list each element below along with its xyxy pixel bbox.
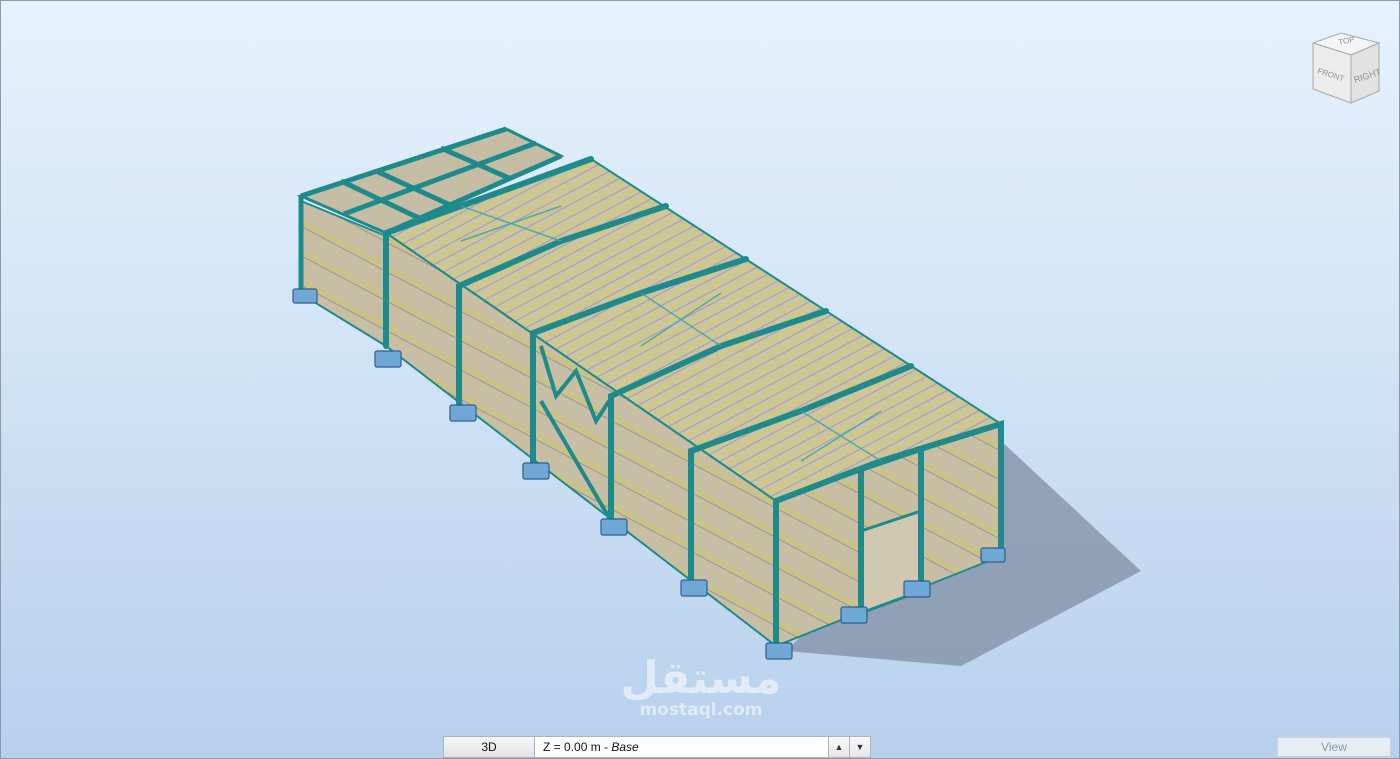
footing (292, 288, 318, 304)
footing (449, 404, 477, 422)
level-down-button[interactable]: ▼ (849, 737, 870, 757)
footing (374, 350, 402, 368)
footing (765, 642, 793, 660)
view-mode-button[interactable]: 3D (444, 737, 535, 757)
viewcube-icon[interactable]: TOP FRONT RIGHT (1305, 29, 1387, 111)
footing (680, 579, 708, 597)
view-button[interactable]: View (1277, 737, 1391, 757)
3d-viewport[interactable]: TOP FRONT RIGHT مستقل mostaql.com 3D Z =… (0, 0, 1400, 759)
arrow-up-icon: ▲ (834, 742, 844, 752)
footing (903, 580, 931, 598)
structure-model[interactable] (1, 1, 1400, 759)
footing (600, 518, 628, 536)
arrow-down-icon: ▼ (855, 742, 865, 752)
viewcube[interactable]: TOP FRONT RIGHT (1305, 29, 1387, 111)
footing (840, 606, 868, 624)
footing (522, 462, 550, 480)
view-status-bar: 3D Z = 0.00 m - Base ▲ ▼ (443, 736, 871, 758)
footing (980, 547, 1006, 563)
level-display[interactable]: Z = 0.00 m - Base (535, 737, 828, 757)
level-prefix: Z = 0.00 m - (543, 740, 612, 754)
level-up-button[interactable]: ▲ (828, 737, 849, 757)
level-name: Base (611, 740, 639, 754)
